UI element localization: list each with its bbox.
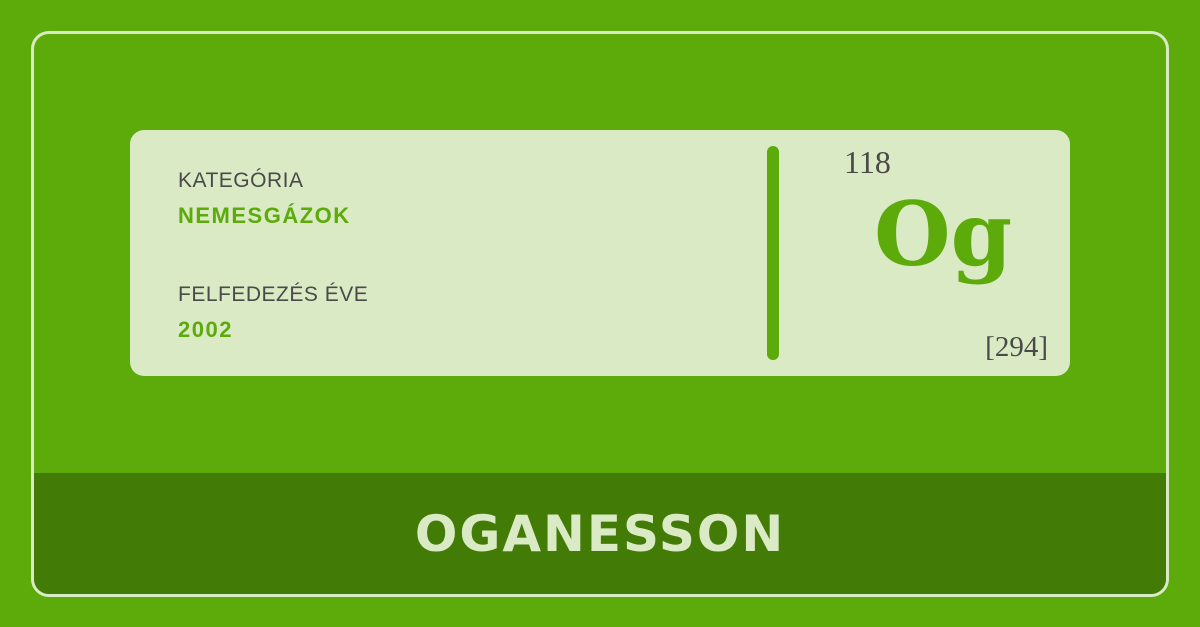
atomic-mass: [294] (985, 331, 1048, 363)
discovery-year-label: FELFEDEZÉS ÉVE (178, 283, 369, 306)
card-divider (767, 146, 779, 360)
element-symbol: Og (874, 182, 1013, 286)
atomic-number: 118 (844, 144, 891, 180)
category-value: NEMESGÁZOK (178, 203, 351, 228)
element-card: KATEGÓRIA NEMESGÁZOK FELFEDEZÉS ÉVE 2002… (130, 130, 1070, 376)
discovery-year-value: 2002 (178, 317, 233, 342)
name-footer: OGANESSON (34, 473, 1166, 594)
element-name: OGANESSON (414, 504, 786, 563)
category-label: KATEGÓRIA (178, 169, 304, 192)
element-frame: KATEGÓRIA NEMESGÁZOK FELFEDEZÉS ÉVE 2002… (31, 31, 1169, 597)
